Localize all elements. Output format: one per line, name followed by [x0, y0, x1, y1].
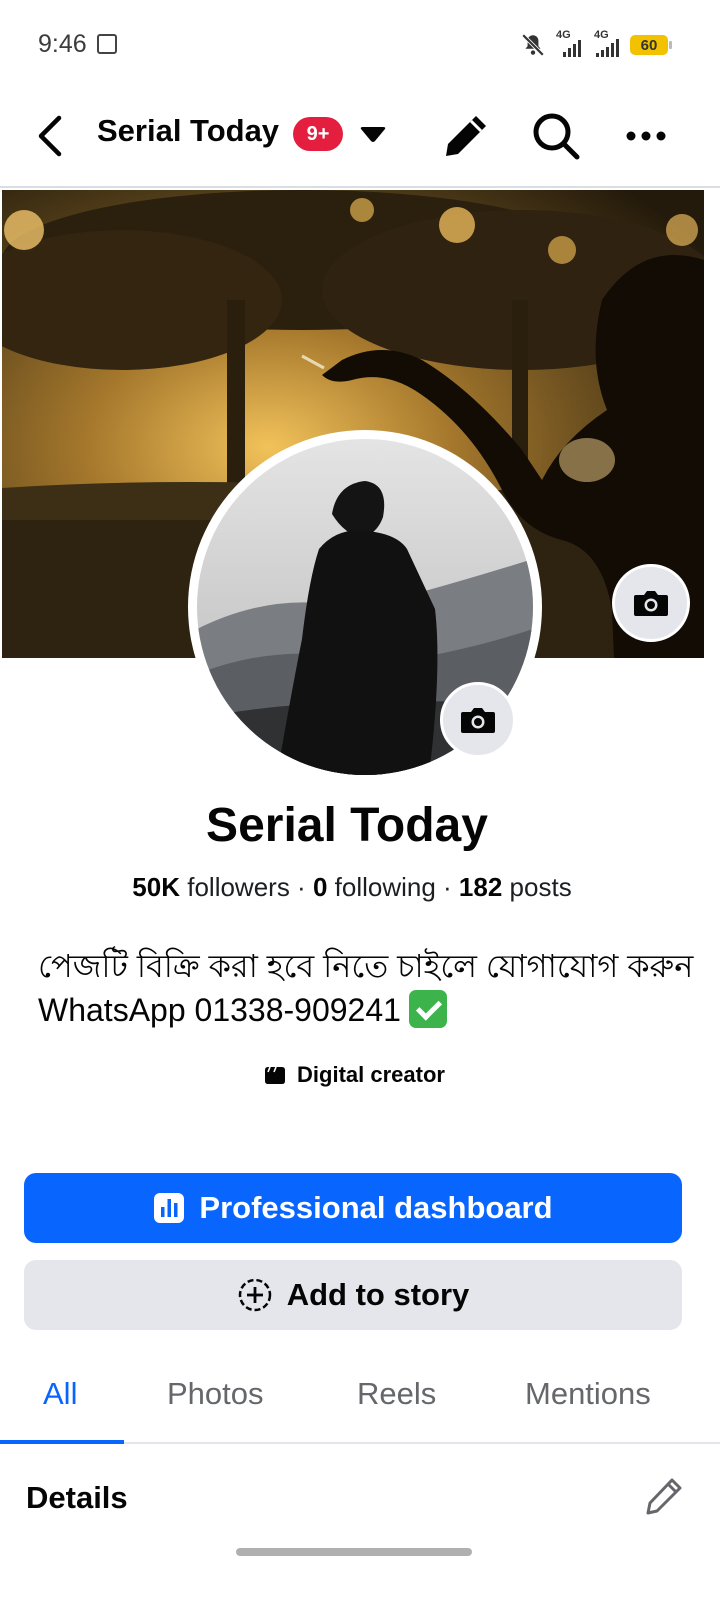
camera-icon	[634, 591, 668, 616]
status-time: 9:46	[38, 30, 87, 58]
app-header: Serial Today 9+	[0, 90, 720, 188]
back-button[interactable]	[26, 108, 74, 164]
dashboard-chart-icon	[154, 1193, 185, 1223]
profile-tabs: All Photos Reels Mentions	[0, 1360, 720, 1444]
stats-separator: ·	[435, 872, 459, 902]
stats-separator: ·	[289, 872, 313, 902]
page-category: Digital creator	[0, 1062, 708, 1088]
network-type: 4G	[594, 29, 609, 41]
active-tab-indicator	[0, 1440, 124, 1444]
notification-badge[interactable]: 9+	[293, 117, 343, 151]
account-switcher-button[interactable]	[356, 118, 390, 152]
more-options-button[interactable]	[618, 108, 674, 164]
tab-all[interactable]: All	[43, 1376, 77, 1412]
edit-button[interactable]	[438, 108, 494, 164]
chevron-left-icon	[38, 115, 62, 157]
battery-icon: 60	[630, 35, 672, 55]
status-icons: 4G 4G 60	[520, 29, 672, 60]
add-circle-icon	[238, 1278, 271, 1312]
network-type: 4G	[556, 29, 571, 41]
clapperboard-icon	[265, 1066, 286, 1084]
posts-count: 182	[458, 872, 503, 902]
tab-photos[interactable]: Photos	[167, 1376, 264, 1412]
edit-profile-picture-button[interactable]	[440, 682, 516, 758]
caret-down-icon	[360, 127, 386, 142]
bio: পেজটি বিক্রি করা হবে নিতে চাইলে যোগাযোগ …	[38, 944, 694, 1032]
add-to-story-button[interactable]: Add to story	[24, 1260, 682, 1330]
screenshot-indicator-icon	[97, 34, 117, 54]
details-heading: Details	[26, 1480, 128, 1515]
search-icon	[533, 113, 580, 160]
camera-icon	[461, 708, 495, 733]
profile-name: Serial Today	[206, 799, 488, 852]
following-count[interactable]: 0	[313, 872, 327, 902]
signal-icon: 4G	[592, 29, 622, 59]
bio-line-contact: WhatsApp 01338-909241	[38, 988, 688, 1032]
professional-dashboard-label: Professional dashboard	[199, 1190, 553, 1225]
status-bar: 9:46 4G 4G 60	[0, 0, 720, 90]
pencil-icon	[446, 116, 486, 156]
posts-label: posts	[509, 872, 572, 902]
tab-reels[interactable]: Reels	[357, 1376, 436, 1412]
followers-count[interactable]: 50K	[132, 872, 180, 902]
professional-dashboard-button[interactable]: Professional dashboard	[24, 1173, 682, 1243]
followers-label[interactable]: followers	[187, 872, 290, 902]
check-mark-icon	[408, 990, 447, 1028]
bio-contact-text: WhatsApp 01338-909241	[38, 992, 401, 1028]
mute-bell-icon	[521, 33, 545, 57]
battery-level: 60	[640, 36, 658, 54]
following-label[interactable]: following	[335, 872, 436, 902]
more-icon	[626, 131, 666, 141]
bio-line: পেজটি বিক্রি করা হবে নিতে চাইলে যোগাযোগ …	[38, 948, 694, 984]
tab-mentions[interactable]: Mentions	[525, 1376, 651, 1412]
search-button[interactable]	[528, 108, 584, 164]
home-indicator[interactable]	[236, 1548, 472, 1556]
edit-details-button[interactable]	[640, 1472, 688, 1520]
add-to-story-label: Add to story	[286, 1277, 470, 1312]
category-label: Digital creator	[297, 1062, 445, 1087]
signal-icon: 4G	[554, 29, 584, 59]
edit-cover-photo-button[interactable]	[612, 564, 690, 642]
profile-stats: 50K followers · 0 following · 182 posts	[0, 872, 704, 903]
pencil-outline-icon	[646, 1478, 682, 1515]
page-title[interactable]: Serial Today	[97, 113, 279, 149]
